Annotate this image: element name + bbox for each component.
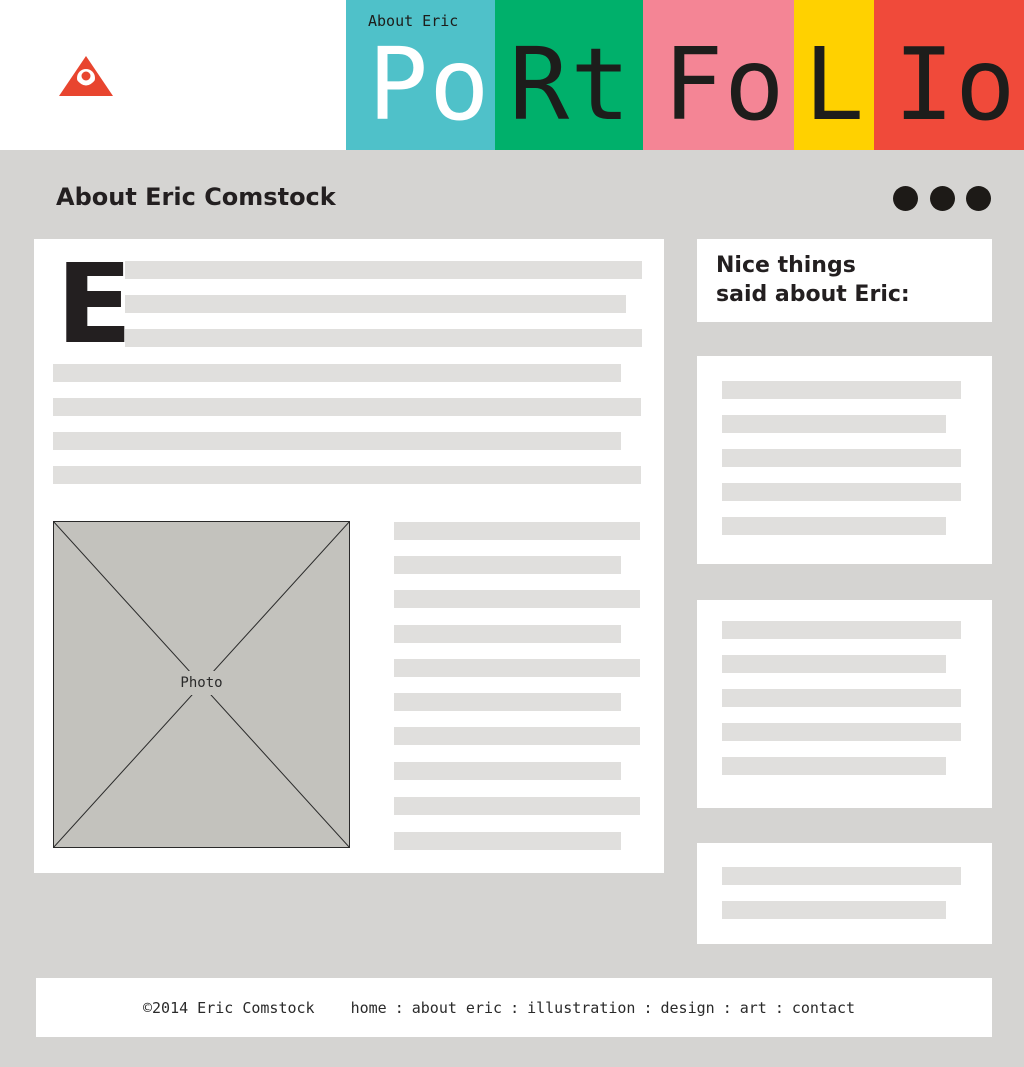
- text-placeholder-line: [125, 295, 626, 313]
- footer-link-design[interactable]: design: [661, 999, 715, 1017]
- text-placeholder-line: [125, 329, 642, 347]
- text-placeholder-line: [722, 381, 961, 399]
- sidebar-title-line1: Nice things: [716, 253, 856, 278]
- text-placeholder-line: [394, 590, 640, 608]
- eye-triangle-icon[interactable]: [59, 56, 113, 98]
- footer-separator: :: [394, 998, 404, 1017]
- portfolio-letters: Po: [368, 26, 491, 143]
- text-placeholder-line: [722, 449, 961, 467]
- text-placeholder-line: [53, 398, 641, 416]
- photo-placeholder: Photo: [53, 521, 350, 848]
- text-placeholder-line: [394, 727, 640, 745]
- text-placeholder-line: [394, 693, 621, 711]
- text-placeholder-line: [394, 625, 621, 643]
- text-placeholder-line: [53, 432, 621, 450]
- text-placeholder-line: [394, 797, 640, 815]
- footer-row: ©2014 Eric Comstock home : about eric : …: [36, 978, 992, 1037]
- footer-link-home[interactable]: home: [351, 999, 387, 1017]
- portfolio-letters: Rt: [509, 26, 632, 143]
- text-placeholder-line: [125, 261, 642, 279]
- sidebar-title: Nice things said about Eric:: [716, 251, 910, 309]
- text-placeholder-line: [722, 757, 946, 775]
- text-placeholder-line: [722, 483, 961, 501]
- header: Po Rt Fo L Io About Eric: [0, 0, 1024, 150]
- text-placeholder-line: [722, 689, 961, 707]
- footer-separator: :: [722, 998, 732, 1017]
- text-placeholder-line: [722, 723, 961, 741]
- text-placeholder-line: [722, 901, 946, 919]
- dot: [930, 186, 955, 211]
- footer-link-contact[interactable]: contact: [792, 999, 855, 1017]
- portfolio-block-rt: Rt: [495, 0, 643, 150]
- text-placeholder-line: [394, 832, 621, 850]
- footer-separator: :: [774, 998, 784, 1017]
- text-placeholder-line: [722, 415, 946, 433]
- footer-link-art[interactable]: art: [740, 999, 767, 1017]
- footer: ©2014 Eric Comstock home : about eric : …: [36, 978, 992, 1037]
- portfolio-block-fo: Fo: [643, 0, 794, 150]
- copyright: ©2014 Eric Comstock: [143, 998, 315, 1017]
- testimonial-card: [697, 843, 992, 944]
- portfolio-block-l: L: [794, 0, 874, 150]
- footer-link-illustration[interactable]: illustration: [527, 999, 635, 1017]
- sidebar-title-line2: said about Eric:: [716, 282, 910, 307]
- about-eric-label[interactable]: About Eric: [368, 12, 458, 30]
- text-placeholder-line: [394, 762, 621, 780]
- drop-cap: E: [56, 262, 133, 346]
- footer-link-about-eric[interactable]: about eric: [412, 999, 502, 1017]
- photo-label-wrap: Photo: [53, 671, 350, 695]
- text-placeholder-line: [722, 621, 961, 639]
- dot: [893, 186, 918, 211]
- portfolio-block-io: Io: [874, 0, 1024, 150]
- portfolio-letters: Io: [894, 26, 1017, 143]
- footer-separator: :: [643, 998, 653, 1017]
- footer-separator: :: [510, 998, 520, 1017]
- text-placeholder-line: [53, 466, 641, 484]
- text-placeholder-line: [394, 522, 640, 540]
- text-placeholder-line: [394, 659, 640, 677]
- text-placeholder-line: [722, 655, 946, 673]
- portfolio-letters: Fo: [663, 26, 786, 143]
- page-title: About Eric Comstock: [56, 183, 336, 211]
- text-placeholder-line: [722, 867, 961, 885]
- text-placeholder-line: [394, 556, 621, 574]
- portfolio-letters: L: [804, 26, 866, 143]
- text-placeholder-line: [722, 517, 946, 535]
- photo-label: Photo: [176, 671, 227, 695]
- text-placeholder-line: [53, 364, 621, 382]
- dot: [966, 186, 991, 211]
